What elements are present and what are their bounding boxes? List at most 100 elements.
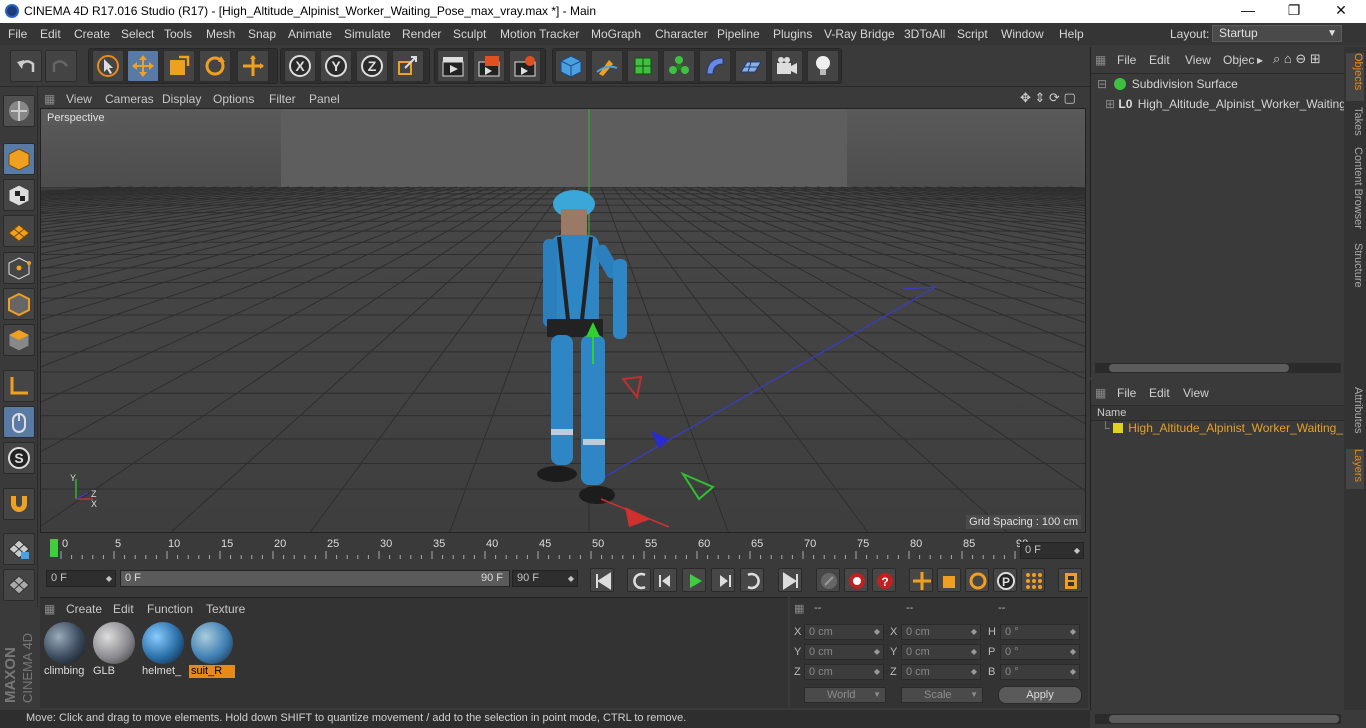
cube-object-button[interactable] [555, 50, 587, 82]
menu-snap[interactable]: Snap [248, 27, 276, 41]
viewport-menu-filter[interactable]: Filter [269, 92, 296, 106]
tweak-mode-button[interactable] [3, 406, 35, 438]
size-z-field[interactable]: 0 cm ◆ [901, 664, 981, 680]
scale-tool-button[interactable] [163, 50, 195, 82]
start-frame-field[interactable]: 0 F ◆ [46, 570, 116, 587]
grid-lock-button[interactable] [3, 533, 35, 565]
light-object-button[interactable] [807, 50, 839, 82]
object-menu-edit[interactable]: Edit [1149, 53, 1170, 67]
floor-object-button[interactable] [735, 50, 767, 82]
key-parameter-button[interactable]: P [993, 568, 1017, 592]
coordinate-system-button[interactable] [392, 50, 424, 82]
menu-3dtoall[interactable]: 3DToAll [904, 27, 945, 41]
material-menu-create[interactable]: Create [66, 602, 102, 616]
menu-tools[interactable]: Tools [164, 27, 192, 41]
previous-frame-button[interactable] [653, 568, 677, 592]
rotation-h-field[interactable]: 0 ° ◆ [1000, 624, 1080, 640]
current-frame-field[interactable]: 0 F ◆ [1020, 542, 1084, 559]
position-y-field[interactable]: 0 cm ◆ [804, 644, 884, 660]
object-manager-tool-icons[interactable]: ⌕ ⌂ ⊖ ⊞ [1273, 51, 1321, 67]
menu-edit[interactable]: Edit [40, 27, 61, 41]
rotation-p-field[interactable]: 0 ° ◆ [1000, 644, 1080, 660]
scrollbar-thumb[interactable] [1109, 364, 1289, 372]
previous-key-button[interactable] [627, 568, 651, 592]
layer-menu-edit[interactable]: Edit [1149, 386, 1170, 400]
tab-content-browser[interactable]: Content Browser [1346, 147, 1364, 237]
go-to-end-button[interactable] [778, 568, 802, 592]
undo-button[interactable] [10, 50, 42, 82]
model-mode-button[interactable] [3, 143, 35, 175]
perspective-viewport[interactable]: Y X Z Perspective Grid Spacing : 100 cm [40, 108, 1086, 533]
object-menu-objects[interactable]: Objec [1223, 53, 1254, 67]
magnet-button[interactable] [3, 488, 35, 520]
menu-mesh[interactable]: Mesh [206, 27, 235, 41]
rotation-b-field[interactable]: 0 ° ◆ [1000, 664, 1080, 680]
material-swatch[interactable]: climbing [42, 620, 88, 678]
rotate-tool-button[interactable] [199, 50, 231, 82]
viewport-menu-cameras[interactable]: Cameras [105, 92, 154, 106]
layout-dropdown[interactable]: Startup ▼ [1212, 25, 1342, 42]
material-menu-edit[interactable]: Edit [113, 602, 134, 616]
menu-select[interactable]: Select [121, 27, 154, 41]
scrollbar-thumb[interactable] [1109, 715, 1339, 723]
size-x-field[interactable]: 0 cm ◆ [901, 624, 981, 640]
menu-animate[interactable]: Animate [288, 27, 332, 41]
tab-objects[interactable]: Objects [1346, 53, 1364, 101]
menu-pipeline[interactable]: Pipeline [717, 27, 760, 41]
menu-plugins[interactable]: Plugins [773, 27, 812, 41]
key-position-button[interactable] [909, 568, 933, 592]
object-row-subdivision-surface[interactable]: ⊟ Subdivision Surface [1097, 77, 1238, 95]
menu-sculpt[interactable]: Sculpt [453, 27, 486, 41]
camera-object-button[interactable] [771, 50, 803, 82]
go-to-start-button[interactable] [590, 568, 614, 592]
menu-mograph[interactable]: MoGraph [591, 27, 641, 41]
subdivision-surface-button[interactable] [627, 50, 659, 82]
cloner-button[interactable] [663, 50, 695, 82]
layer-row[interactable]: └ High_Altitude_Alpinist_Worker_Waiting_ [1101, 421, 1343, 439]
layer-menu-view[interactable]: View [1183, 386, 1209, 400]
texture-mode-button[interactable] [3, 179, 35, 211]
material-swatch[interactable]: helmet_ [140, 620, 186, 678]
render-settings-button[interactable] [509, 50, 541, 82]
menu-file[interactable]: File [8, 27, 27, 41]
live-selection-button[interactable] [92, 50, 124, 82]
apply-button[interactable]: Apply [998, 686, 1082, 704]
menu-motion-tracker[interactable]: Motion Tracker [500, 27, 579, 41]
material-swatch[interactable]: GLB [91, 620, 137, 678]
object-menu-file[interactable]: File [1117, 53, 1136, 67]
object-manager-scrollbar[interactable] [1095, 363, 1341, 373]
layer-manager-scrollbar[interactable] [1095, 714, 1341, 724]
size-y-field[interactable]: 0 cm ◆ [901, 644, 981, 660]
make-editable-button[interactable] [3, 95, 35, 127]
frame-range-slider[interactable]: 0 F 90 F [120, 570, 510, 587]
x-axis-lock-button[interactable]: X [284, 50, 316, 82]
tab-takes[interactable]: Takes [1346, 107, 1364, 143]
viewport-menu-panel[interactable]: Panel [309, 92, 340, 106]
viewport-navigation-icons[interactable]: ✥ ⇕ ⟳ ▢ [1020, 90, 1076, 106]
autokeying-button[interactable] [844, 568, 868, 592]
viewport-menu-display[interactable]: Display [162, 92, 201, 106]
tab-layers[interactable]: Layers [1346, 449, 1364, 489]
tab-structure[interactable]: Structure [1346, 243, 1364, 299]
size-mode-dropdown[interactable]: Scale ▼ [901, 687, 983, 703]
menu-window[interactable]: Window [1001, 27, 1044, 41]
coordinate-mode-dropdown[interactable]: World ▼ [804, 687, 886, 703]
redo-button[interactable] [45, 50, 77, 82]
workplane-mode-button[interactable] [3, 215, 35, 247]
end-frame-field[interactable]: 90 F ◆ [512, 570, 578, 587]
timeline-window-button[interactable] [1058, 568, 1082, 592]
key-scale-button[interactable] [937, 568, 961, 592]
viewport-menu-view[interactable]: View [66, 92, 92, 106]
keyframe-selection-button[interactable]: ? [872, 568, 896, 592]
play-button[interactable] [682, 568, 706, 592]
snap-button[interactable]: S [3, 442, 35, 474]
workplane-lock-button[interactable] [3, 569, 35, 601]
minimize-button[interactable]: — [1225, 0, 1271, 23]
timeline-ruler[interactable]: 051015202530354045505560657075808590 0 F… [40, 535, 1086, 565]
polygon-mode-button[interactable] [3, 324, 35, 356]
key-point-level-button[interactable] [1021, 568, 1045, 592]
menu-simulate[interactable]: Simulate [344, 27, 391, 41]
point-mode-button[interactable] [3, 252, 35, 284]
tab-attributes[interactable]: Attributes [1346, 387, 1364, 443]
position-x-field[interactable]: 0 cm ◆ [804, 624, 884, 640]
